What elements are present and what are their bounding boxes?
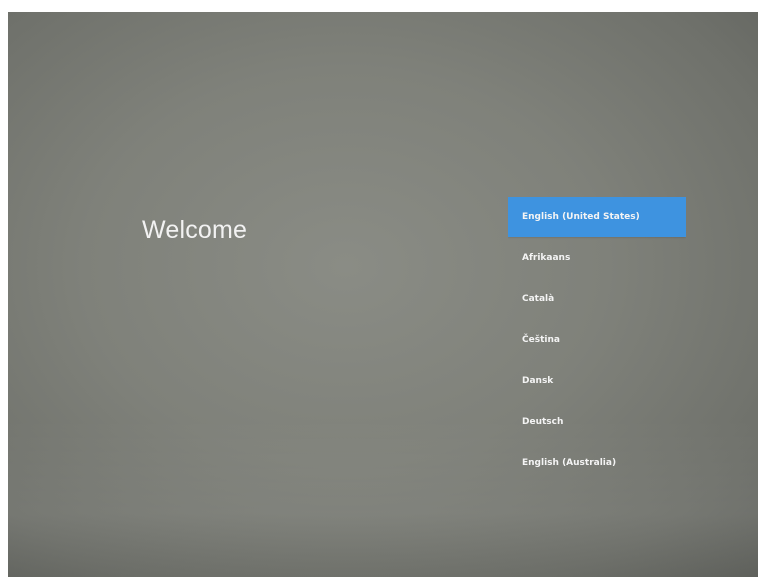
language-label: English (Australia) xyxy=(522,458,617,468)
photo-frame: Welcome English (United States) Afrikaan… xyxy=(0,0,760,577)
language-item-catala[interactable]: Català xyxy=(508,279,686,319)
language-label: Čeština xyxy=(522,335,560,345)
language-item-english-australia[interactable]: English (Australia) xyxy=(508,443,686,470)
language-label: Afrikaans xyxy=(522,253,571,263)
welcome-title: Welcome xyxy=(142,216,248,244)
language-label: Dansk xyxy=(522,376,554,386)
language-item-deutsch[interactable]: Deutsch xyxy=(508,402,686,442)
language-item-cestina[interactable]: Čeština xyxy=(508,320,686,360)
setup-screen: Welcome English (United States) Afrikaan… xyxy=(8,12,758,577)
language-item-afrikaans[interactable]: Afrikaans xyxy=(508,238,686,278)
language-item-english-us[interactable]: English (United States) xyxy=(508,197,686,237)
language-label: Deutsch xyxy=(522,417,564,427)
language-item-dansk[interactable]: Dansk xyxy=(508,361,686,401)
language-list[interactable]: English (United States) Afrikaans Català… xyxy=(508,197,686,470)
language-label: English (United States) xyxy=(522,212,640,222)
language-label: Català xyxy=(522,294,555,304)
